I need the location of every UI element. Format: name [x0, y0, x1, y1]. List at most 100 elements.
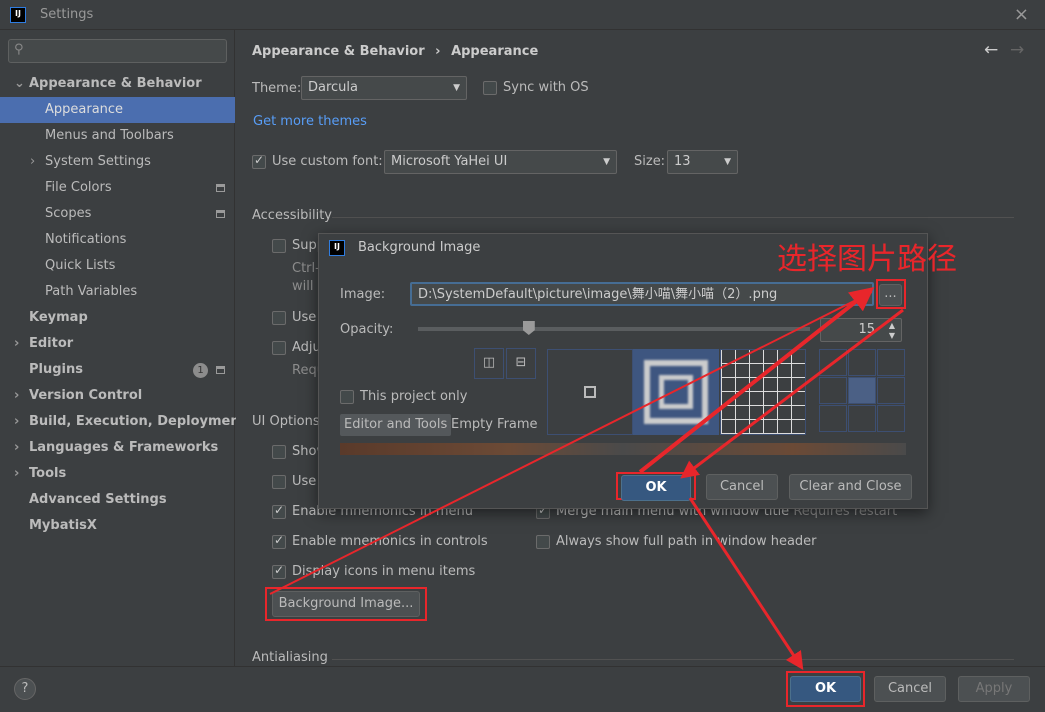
- sidebar-item[interactable]: Path Variables: [0, 279, 235, 305]
- ui-checkbox-2[interactable]: Use: [272, 474, 316, 489]
- apply-button[interactable]: Apply: [958, 676, 1030, 702]
- sidebar-item[interactable]: › Tools: [0, 461, 235, 487]
- font-dropdown[interactable]: Microsoft YaHei UI ▼: [384, 150, 617, 174]
- acc-checkbox-3[interactable]: Adju: [272, 340, 321, 355]
- chevron-down-icon: ▼: [724, 157, 731, 167]
- custom-font-checkbox[interactable]: Use custom font:: [252, 153, 383, 169]
- sidebar-item[interactable]: Keymap: [0, 305, 235, 331]
- opacity-slider[interactable]: [418, 321, 810, 335]
- sidebar-item-label: File Colors: [45, 180, 112, 195]
- sidebar-item[interactable]: MybatisX: [0, 513, 235, 539]
- spinner-arrows-icon: ▲ ▼: [888, 321, 895, 340]
- project-level-icon: [216, 184, 225, 192]
- mnemonics-controls-checkbox[interactable]: Enable mnemonics in controls: [272, 533, 488, 549]
- help-button[interactable]: ?: [14, 678, 36, 700]
- project-level-icon: [216, 210, 225, 218]
- acc-checkbox-2[interactable]: Use: [272, 310, 316, 325]
- fill-scale-option[interactable]: [633, 349, 719, 435]
- sidebar-item-label: Keymap: [29, 310, 88, 325]
- dialog-cancel-button[interactable]: Cancel: [706, 474, 778, 500]
- sidebar-item[interactable]: Appearance: [0, 97, 235, 123]
- sync-os-checkbox[interactable]: Sync with OS: [483, 80, 589, 95]
- cancel-button[interactable]: Cancel: [874, 676, 946, 702]
- chevron-right-icon[interactable]: ›: [14, 409, 19, 435]
- chevron-right-icon[interactable]: ›: [14, 435, 19, 461]
- slider-thumb[interactable]: [522, 321, 535, 335]
- theme-label: Theme:: [252, 81, 302, 96]
- chevron-down-icon[interactable]: ⌄: [14, 71, 25, 97]
- breadcrumb: Appearance & Behavior › Appearance: [252, 44, 539, 59]
- breadcrumb-item: Appearance: [451, 44, 539, 59]
- split-horizontal-icon[interactable]: ⊟: [506, 348, 536, 379]
- sidebar-item[interactable]: Scopes: [0, 201, 235, 227]
- get-more-themes-link[interactable]: Get more themes: [253, 114, 367, 129]
- anchor-grid[interactable]: [819, 349, 905, 432]
- project-level-icon: [216, 366, 225, 374]
- accessibility-section: Accessibility: [252, 208, 1014, 223]
- dialog-title: Background Image: [358, 240, 481, 255]
- sidebar-item[interactable]: File Colors: [0, 175, 235, 201]
- ok-button[interactable]: OK: [790, 676, 861, 702]
- sidebar-item-label: Tools: [29, 466, 67, 481]
- sidebar-item-label: Languages & Frameworks: [29, 440, 219, 455]
- tab-editor-and-tools[interactable]: Editor and Tools: [340, 414, 452, 436]
- search-input[interactable]: ⚲: [8, 39, 227, 63]
- sidebar-item[interactable]: › Version Control: [0, 383, 235, 409]
- split-vertical-icon[interactable]: ◫: [474, 348, 504, 379]
- back-arrow-icon[interactable]: ←: [984, 40, 998, 60]
- display-icons-checkbox[interactable]: Display icons in menu items: [272, 563, 475, 579]
- close-icon[interactable]: ×: [1014, 4, 1029, 25]
- sidebar-item[interactable]: Menus and Toolbars: [0, 123, 235, 149]
- image-path-input[interactable]: D:\SystemDefault\picture\image\舞小喵\舞小喵（2…: [410, 282, 874, 306]
- acc-hint: Ctrl-: [292, 261, 320, 276]
- sidebar-item-label: Scopes: [45, 206, 92, 221]
- sidebar-item[interactable]: › Editor: [0, 331, 235, 357]
- fill-center-option[interactable]: [547, 349, 633, 435]
- sidebar-item-label: Notifications: [45, 232, 127, 247]
- dialog-ok-button[interactable]: OK: [621, 475, 691, 501]
- sidebar: ⚲ ⌄ Appearance & Behavior Appearance Menus …: [0, 30, 246, 666]
- project-only-checkbox[interactable]: This project only: [340, 389, 467, 404]
- chevron-right-icon[interactable]: ›: [14, 331, 19, 357]
- clear-and-close-button[interactable]: Clear and Close: [789, 474, 912, 500]
- image-label: Image:: [340, 287, 386, 302]
- chevron-right-icon[interactable]: ›: [30, 149, 35, 175]
- sidebar-item[interactable]: ⌄ Appearance & Behavior: [0, 71, 235, 97]
- opacity-spinner[interactable]: 15 ▲ ▼: [820, 318, 902, 342]
- sidebar-item-label: Version Control: [29, 388, 143, 403]
- sidebar-item-label: Quick Lists: [45, 258, 116, 273]
- search-icon: ⚲: [14, 42, 24, 57]
- chevron-right-icon[interactable]: ›: [14, 383, 19, 409]
- sidebar-item[interactable]: Plugins 1: [0, 357, 235, 383]
- sidebar-item[interactable]: Quick Lists: [0, 253, 235, 279]
- sidebar-item[interactable]: Notifications: [0, 227, 235, 253]
- anchor-center: [848, 377, 876, 404]
- sidebar-item-label: Menus and Toolbars: [45, 128, 174, 143]
- theme-dropdown[interactable]: Darcula ▼: [301, 76, 467, 100]
- sidebar-item-label: Path Variables: [45, 284, 138, 299]
- font-size-dropdown[interactable]: 13 ▼: [667, 150, 738, 174]
- intellij-logo-icon: IJ: [329, 240, 345, 256]
- sidebar-item-label: Appearance: [45, 102, 124, 117]
- fill-tile-option[interactable]: [720, 349, 806, 435]
- sidebar-item[interactable]: › Build, Execution, Deployment: [0, 409, 246, 435]
- size-label: Size:: [634, 154, 666, 169]
- sidebar-item-label: Plugins: [29, 362, 83, 377]
- browse-button[interactable]: ...: [879, 284, 902, 306]
- sidebar-item[interactable]: › System Settings: [0, 149, 235, 175]
- sidebar-item[interactable]: › Languages & Frameworks: [0, 435, 235, 461]
- antialiasing-section: Antialiasing: [252, 650, 1014, 665]
- chevron-down-icon: ▼: [603, 157, 610, 167]
- background-image-button[interactable]: Background Image...: [272, 591, 420, 617]
- sidebar-item[interactable]: Advanced Settings: [0, 487, 235, 513]
- sidebar-item-label: Appearance & Behavior: [29, 76, 202, 91]
- full-path-checkbox[interactable]: Always show full path in window header: [536, 534, 817, 549]
- chevron-right-icon[interactable]: ›: [14, 461, 19, 487]
- breadcrumb-item[interactable]: Appearance & Behavior: [252, 44, 425, 59]
- forward-arrow-icon[interactable]: →: [1010, 40, 1024, 60]
- tab-empty-frame[interactable]: Empty Frame: [451, 414, 538, 436]
- sidebar-item-label: System Settings: [45, 154, 151, 169]
- sidebar-item-label: Advanced Settings: [29, 492, 167, 507]
- annotation-text: 选择图片路径: [777, 242, 957, 277]
- window-title: Settings: [40, 7, 94, 22]
